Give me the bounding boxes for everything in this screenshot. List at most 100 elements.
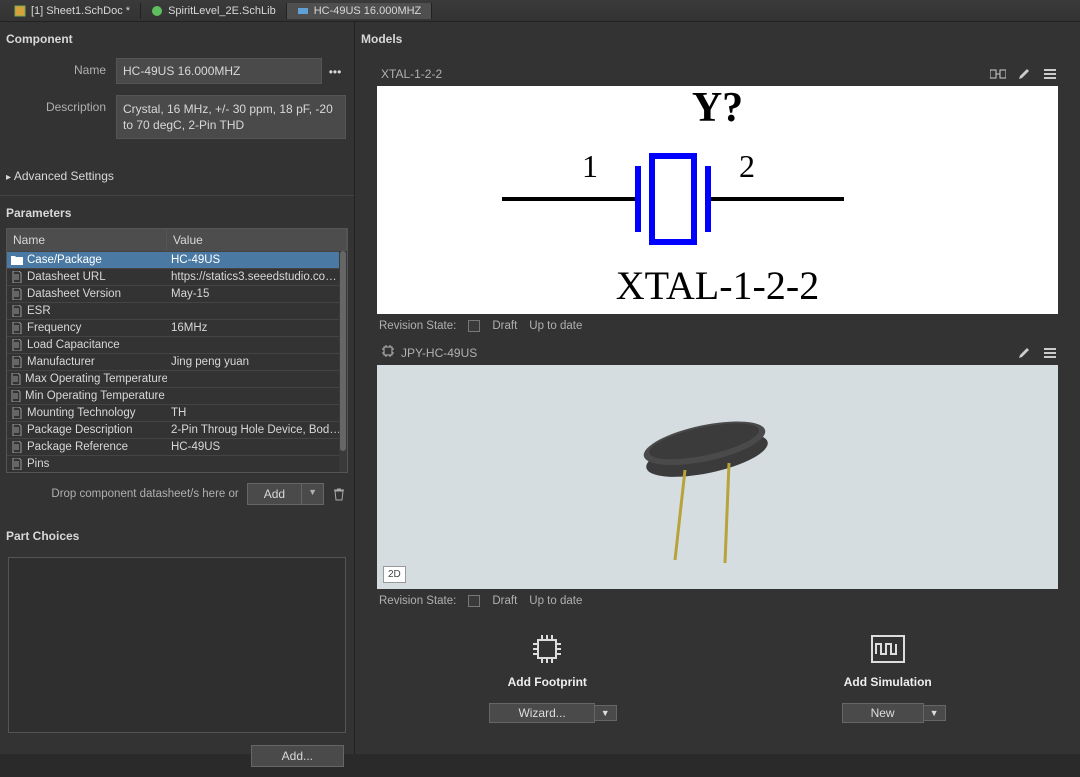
add-part-choice-button[interactable]: Add... bbox=[251, 745, 344, 767]
tab-hc49us[interactable]: HC-49US 16.000MHZ bbox=[287, 3, 433, 19]
description-input[interactable]: Crystal, 16 MHz, +/- 30 ppm, 18 pF, -20 … bbox=[116, 95, 346, 139]
add-footprint-dropdown[interactable]: ▼ bbox=[595, 705, 617, 721]
tabs-bar: [1] Sheet1.SchDoc * SpiritLevel_2E.SchLi… bbox=[0, 0, 1080, 22]
right-panel: Models XTAL-1-2-2 bbox=[355, 22, 1080, 754]
simulation-icon bbox=[870, 631, 906, 667]
doc-icon bbox=[11, 373, 21, 385]
revision-state-label: Revision State: bbox=[379, 595, 456, 607]
doc-icon bbox=[11, 458, 23, 470]
param-name-cell: Pins bbox=[7, 456, 167, 472]
param-name-cell: ESR bbox=[7, 303, 167, 319]
param-name: Datasheet Version bbox=[27, 288, 121, 300]
add-footprint-label: Add Footprint bbox=[508, 675, 587, 689]
part-choices-box[interactable] bbox=[8, 557, 346, 733]
menu-icon[interactable] bbox=[1042, 66, 1058, 82]
draft-checkbox[interactable] bbox=[468, 595, 480, 607]
drop-datasheet-text: Drop component datasheet/s here or bbox=[51, 488, 238, 500]
footprint-canvas[interactable]: 2D bbox=[377, 365, 1058, 589]
param-name-cell: Load Capacitance bbox=[7, 337, 167, 353]
view-toggle-2d[interactable]: 2D bbox=[383, 566, 406, 583]
add-footprint-button[interactable]: Wizard... bbox=[489, 703, 594, 723]
tab-sheet1[interactable]: [1] Sheet1.SchDoc * bbox=[4, 3, 141, 19]
doc-icon bbox=[11, 271, 23, 283]
add-param-dropdown[interactable]: ▼ bbox=[302, 483, 324, 505]
delete-param-button[interactable] bbox=[332, 487, 346, 501]
param-value-cell bbox=[167, 388, 347, 404]
col-name[interactable]: Name bbox=[7, 229, 167, 251]
param-name-cell: Mounting Technology bbox=[7, 405, 167, 421]
schematic-model-name: XTAL-1-2-2 bbox=[381, 67, 442, 81]
table-row[interactable]: Package Description2-Pin Throug Hole Dev… bbox=[7, 421, 347, 438]
col-value[interactable]: Value bbox=[167, 229, 347, 251]
parameters-header: Parameters bbox=[0, 196, 354, 228]
part-choices-header: Part Choices bbox=[0, 519, 354, 551]
table-row[interactable]: Max Operating Temperature bbox=[7, 370, 347, 387]
edit-icon[interactable] bbox=[1016, 66, 1032, 82]
param-name: Max Operating Temperature bbox=[25, 373, 167, 385]
param-name: Datasheet URL bbox=[27, 271, 106, 283]
add-param-button[interactable]: Add bbox=[247, 483, 302, 505]
schematic-canvas[interactable]: Y? 1 2 XTAL-1-2-2 bbox=[377, 86, 1058, 314]
tab-label: HC-49US 16.000MHZ bbox=[314, 5, 422, 17]
models-header: Models bbox=[355, 22, 1080, 54]
table-row[interactable]: Frequency 16MHz bbox=[7, 319, 347, 336]
table-row[interactable]: Mounting TechnologyTH bbox=[7, 404, 347, 421]
parameters-scrollbar[interactable] bbox=[339, 251, 347, 472]
menu-icon[interactable] bbox=[1042, 345, 1058, 361]
table-row[interactable]: Manufacturer Jing peng yuan bbox=[7, 353, 347, 370]
param-value-cell: https://statics3.seeedstudio.com/ir bbox=[167, 269, 347, 285]
schematic-designator: Y? bbox=[692, 86, 743, 132]
table-row[interactable]: Datasheet URL https://statics3.seeedstudi… bbox=[7, 268, 347, 285]
uptodate-label: Up to date bbox=[529, 320, 582, 332]
compare-icon[interactable] bbox=[990, 66, 1006, 82]
table-row[interactable]: Load Capacitance bbox=[7, 336, 347, 353]
param-value-cell: TH bbox=[167, 405, 347, 421]
param-name-cell: Case/Package bbox=[7, 252, 167, 268]
table-row[interactable]: ESR bbox=[7, 302, 347, 319]
param-name: Frequency bbox=[27, 322, 81, 334]
footprint-model-name: JPY-HC-49US bbox=[401, 346, 477, 360]
table-row[interactable]: Package Reference HC-49US bbox=[7, 438, 347, 455]
name-input[interactable]: HC-49US 16.000MHZ bbox=[116, 58, 322, 84]
param-value-cell: HC-49US bbox=[167, 439, 347, 455]
add-simulation-button[interactable]: New bbox=[842, 703, 924, 723]
param-value-cell: May-15 bbox=[167, 286, 347, 302]
param-name: Package Reference bbox=[27, 441, 128, 453]
doc-icon bbox=[11, 339, 23, 351]
param-value-cell bbox=[167, 337, 347, 353]
table-row[interactable]: Case/PackageHC-49US bbox=[7, 251, 347, 268]
param-name-cell: Frequency bbox=[7, 320, 167, 336]
component-header: Component bbox=[0, 22, 354, 54]
doc-icon bbox=[11, 305, 23, 317]
tab-spiritlevel[interactable]: SpiritLevel_2E.SchLib bbox=[141, 3, 287, 19]
doc-icon bbox=[11, 407, 23, 419]
param-name-cell: Manufacturer bbox=[7, 354, 167, 370]
name-more-button[interactable]: ••• bbox=[324, 58, 346, 85]
table-row[interactable]: Min Operating Temperature bbox=[7, 387, 347, 404]
draft-checkbox[interactable] bbox=[468, 320, 480, 332]
table-row[interactable]: Pins bbox=[7, 455, 347, 472]
param-value-cell bbox=[167, 303, 347, 319]
param-name: ESR bbox=[27, 305, 51, 317]
doc-icon bbox=[11, 322, 23, 334]
revision-state-label: Revision State: bbox=[379, 320, 456, 332]
param-name-cell: Package Reference bbox=[7, 439, 167, 455]
edit-icon[interactable] bbox=[1016, 345, 1032, 361]
parameters-table: Name Value Case/PackageHC-49USDatasheet … bbox=[6, 228, 348, 473]
schematic-footer-label: XTAL-1-2-2 bbox=[616, 262, 819, 309]
table-row[interactable]: Datasheet Version May-15 bbox=[7, 285, 347, 302]
doc-icon bbox=[11, 390, 21, 402]
param-value-cell: Jing peng yuan bbox=[167, 354, 347, 370]
schlib-icon bbox=[151, 5, 163, 17]
doc-icon bbox=[11, 288, 23, 300]
param-value-cell: 2-Pin Throug Hole Device, Body 1 bbox=[167, 422, 347, 438]
param-name-cell: Package Description bbox=[7, 422, 167, 438]
param-name: Manufacturer bbox=[27, 356, 95, 368]
add-simulation-dropdown[interactable]: ▼ bbox=[924, 705, 946, 721]
advanced-settings-toggle[interactable]: Advanced Settings bbox=[0, 163, 354, 196]
param-name: Min Operating Temperature bbox=[25, 390, 165, 402]
schdoc-icon bbox=[14, 5, 26, 17]
add-simulation-label: Add Simulation bbox=[844, 675, 932, 689]
tab-label: [1] Sheet1.SchDoc * bbox=[31, 5, 130, 17]
param-value-cell: 16MHz bbox=[167, 320, 347, 336]
